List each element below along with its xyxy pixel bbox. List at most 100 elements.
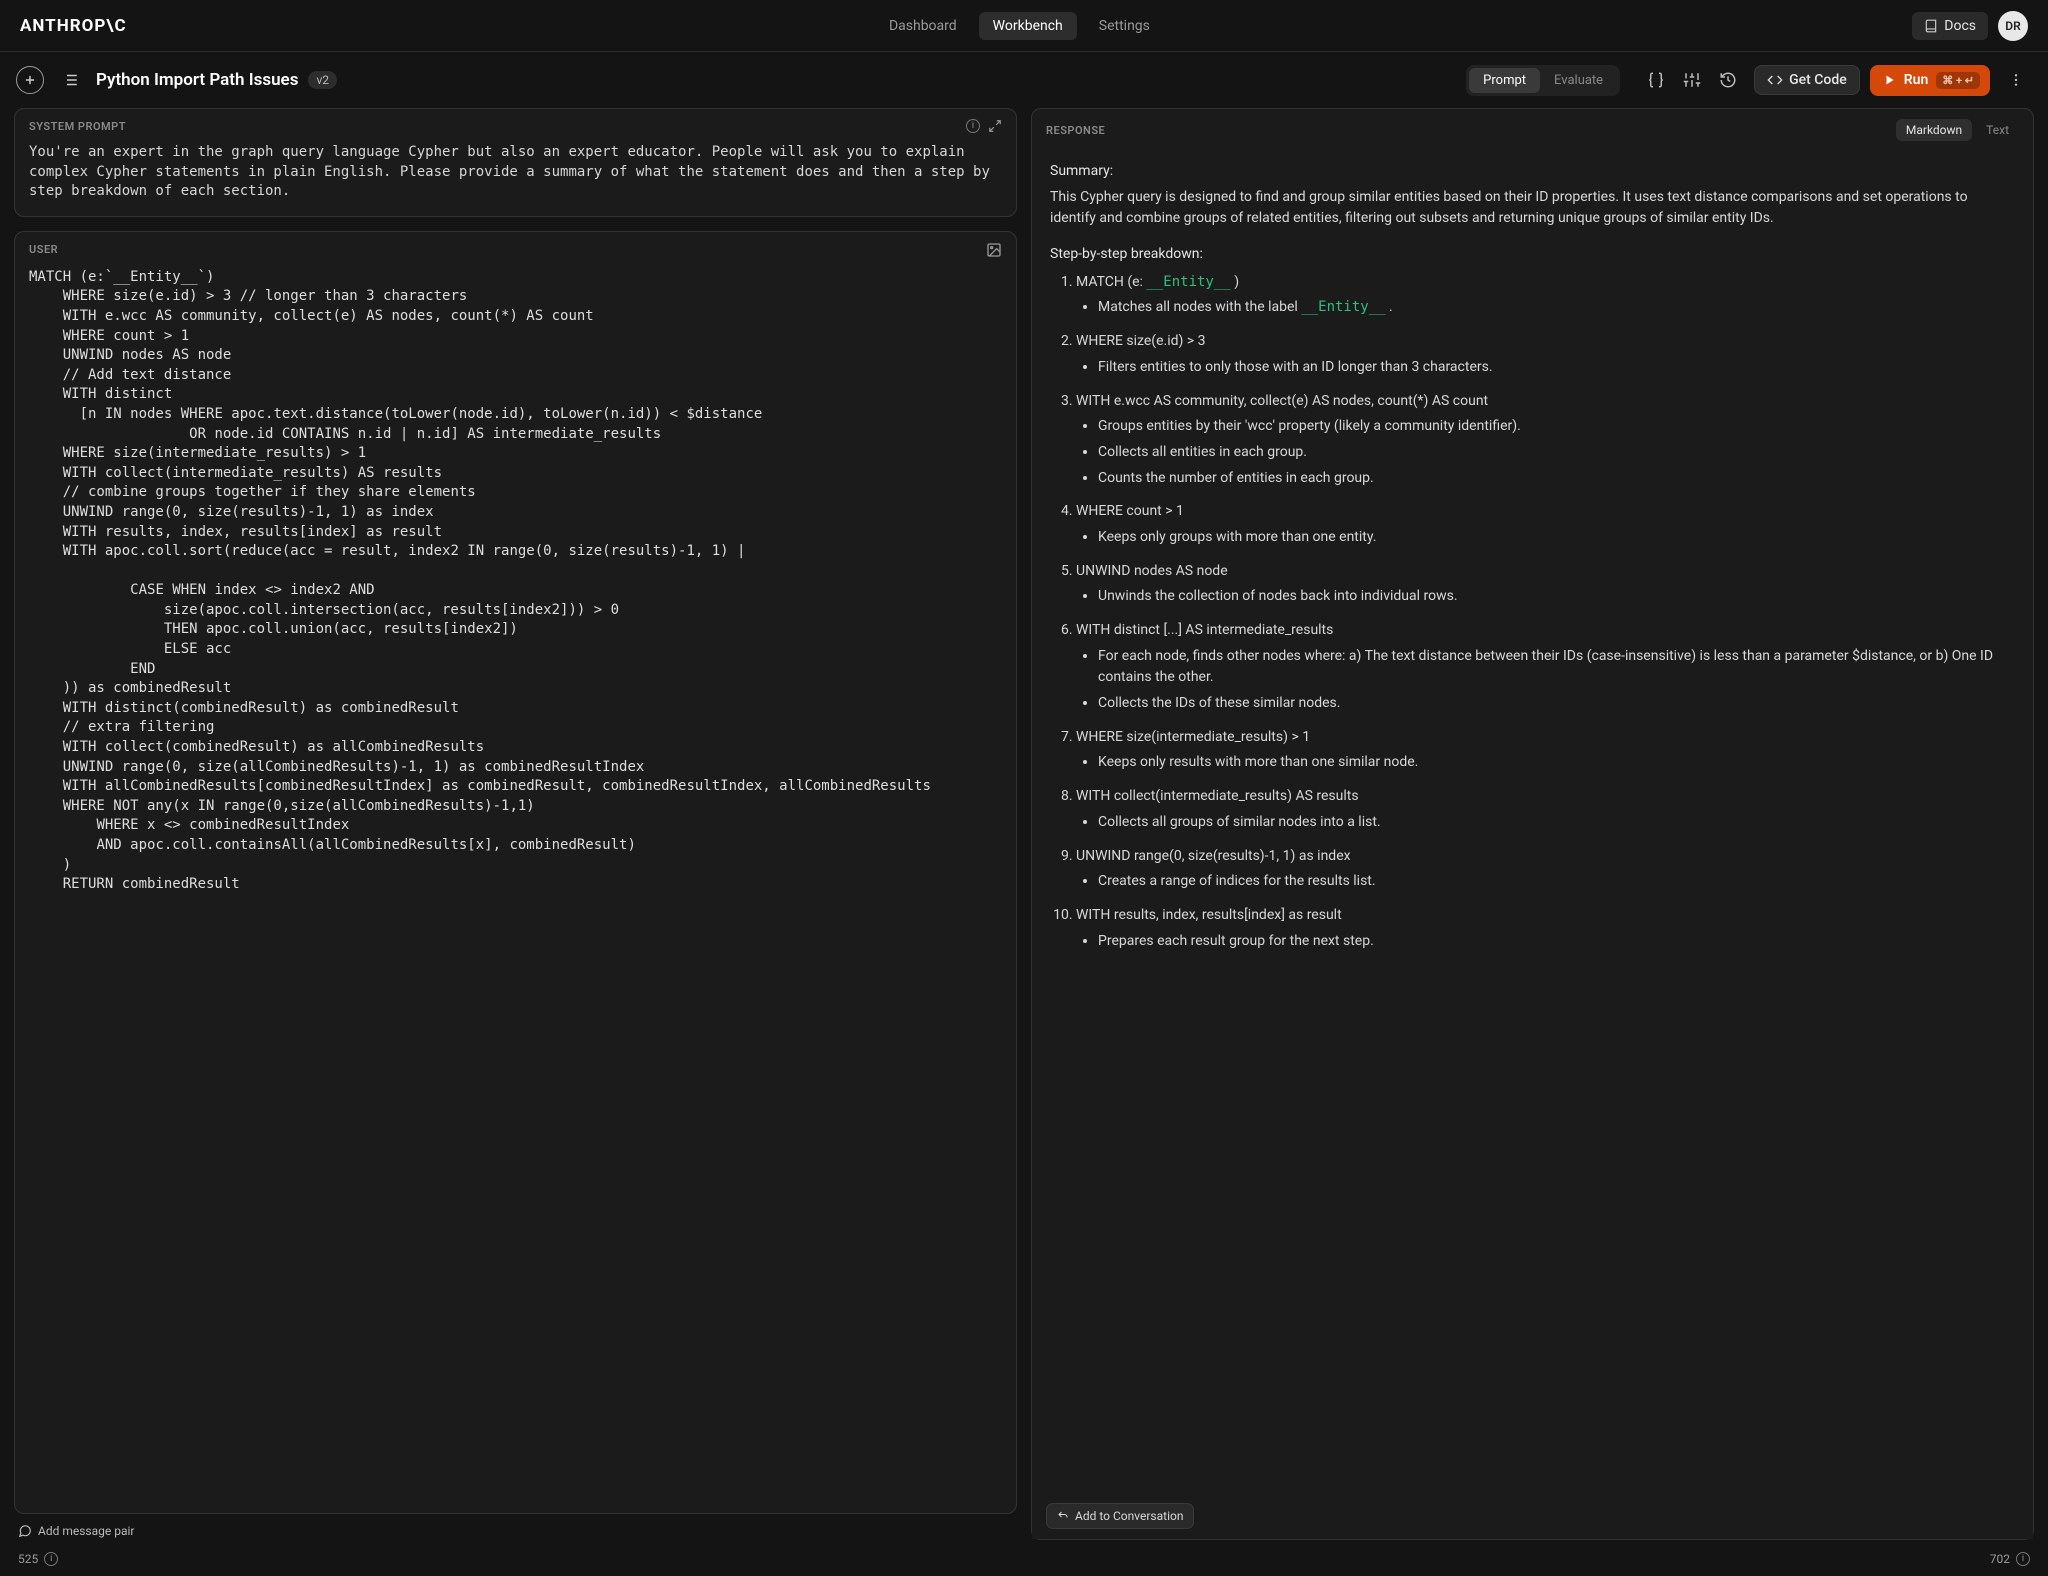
user-body[interactable]: MATCH (e:`__Entity__`) WHERE size(e.id) … (15, 262, 1016, 1513)
add-pair-label: Add message pair (38, 1524, 134, 1538)
user-card: USER MATCH (e:`__Entity__`) WHERE size(e… (14, 231, 1017, 1514)
tab-markdown[interactable]: Markdown (1896, 119, 1972, 141)
response-card: RESPONSE Markdown Text Summary:This Cyph… (1031, 108, 2034, 1540)
info-icon[interactable]: i (44, 1552, 58, 1566)
system-prompt-body[interactable]: You're an expert in the graph query lang… (15, 137, 1016, 216)
step-bullet: For each node, finds other nodes where: … (1098, 646, 2015, 689)
step-head: WITH results, index, results[index] as r… (1076, 905, 2015, 927)
step-head: UNWIND nodes AS node (1076, 561, 2015, 583)
response-tabs: Markdown Text (1896, 119, 2019, 141)
sliders-icon[interactable] (1676, 64, 1708, 96)
step-bullets: Keeps only results with more than one si… (1076, 752, 2015, 774)
step-bullets: Creates a range of indices for the resul… (1076, 871, 2015, 893)
step-item: WHERE count > 1 Keeps only groups with mo… (1076, 501, 2015, 548)
get-code-button[interactable]: Get Code (1754, 65, 1860, 95)
nav-center: Dashboard Workbench Settings (143, 12, 1897, 40)
avatar[interactable]: DR (1998, 11, 2028, 41)
step-bullets: For each node, finds other nodes where: … (1076, 646, 2015, 715)
docs-label: Docs (1944, 18, 1976, 34)
new-prompt-button[interactable] (16, 66, 44, 94)
steps-label: Step-by-step breakdown: (1050, 244, 2015, 266)
step-bullet: Filters entities to only those with an I… (1098, 357, 2015, 379)
chat-plus-icon (18, 1524, 32, 1538)
docs-button[interactable]: Docs (1912, 12, 1988, 40)
run-button[interactable]: Run ⌘ + ↵ (1870, 65, 1990, 96)
step-bullet: Keeps only results with more than one si… (1098, 752, 2015, 774)
top-nav: ANTHROP\C Dashboard Workbench Settings D… (0, 0, 2048, 52)
run-label: Run (1904, 72, 1929, 88)
bottom-bar: 525 i 702 i (0, 1548, 2048, 1576)
system-prompt-label: SYSTEM PROMPT (29, 120, 126, 133)
step-item: MATCH (e: __Entity__ )Matches all nodes … (1076, 272, 2015, 319)
tab-text[interactable]: Text (1976, 119, 2019, 141)
main-split: SYSTEM PROMPT i You're an expert in the … (0, 108, 2048, 1548)
step-bullet: Collects all groups of similar nodes int… (1098, 812, 2015, 834)
step-item: WHERE size(intermediate_results) > 1 Keep… (1076, 727, 2015, 774)
step-head: WITH distinct [...] AS intermediate_resu… (1076, 620, 2015, 642)
step-head: WHERE size(intermediate_results) > 1 (1076, 727, 2015, 749)
response-header: RESPONSE Markdown Text (1032, 109, 2033, 151)
step-item: WITH distinct [...] AS intermediate_resu… (1076, 620, 2015, 715)
step-bullet: Matches all nodes with the label __Entit… (1098, 297, 2015, 319)
step-bullet: Prepares each result group for the next … (1098, 931, 2015, 953)
step-bullets: Keeps only groups with more than one ent… (1076, 527, 2015, 549)
add-conv-label: Add to Conversation (1075, 1509, 1183, 1523)
step-item: WHERE size(e.id) > 3 Filters entities to … (1076, 331, 2015, 378)
info-icon[interactable]: i (2016, 1552, 2030, 1566)
history-icon[interactable] (1712, 64, 1744, 96)
steps-list: MATCH (e: __Entity__ )Matches all nodes … (1050, 272, 2015, 953)
info-icon[interactable]: i (966, 119, 980, 133)
step-bullet: Unwinds the collection of nodes back int… (1098, 586, 2015, 608)
step-bullet: Counts the number of entities in each gr… (1098, 468, 2015, 490)
step-bullet: Keeps only groups with more than one ent… (1098, 527, 2015, 549)
step-item: WITH e.wcc AS community, collect(e) AS n… (1076, 391, 2015, 490)
step-bullets: Matches all nodes with the label __Entit… (1076, 297, 2015, 319)
add-message-pair-button[interactable]: Add message pair (18, 1524, 134, 1538)
step-bullet: Collects the IDs of these similar nodes. (1098, 693, 2015, 715)
reply-icon (1057, 1510, 1069, 1522)
get-code-label: Get Code (1789, 72, 1847, 88)
step-item: UNWIND nodes AS node Unwinds the collecti… (1076, 561, 2015, 608)
step-head: UNWIND range(0, size(results)-1, 1) as i… (1076, 846, 2015, 868)
prompt-title: Python Import Path Issues (96, 70, 298, 90)
version-badge[interactable]: v2 (308, 71, 337, 89)
left-footer: Add message pair (14, 1514, 1017, 1540)
step-item: WITH results, index, results[index] as r… (1076, 905, 2015, 952)
step-bullet: Creates a range of indices for the resul… (1098, 871, 2015, 893)
system-prompt-card: SYSTEM PROMPT i You're an expert in the … (14, 108, 1017, 217)
nav-right: Docs DR (1912, 11, 2028, 41)
app-root: ANTHROP\C Dashboard Workbench Settings D… (0, 0, 2048, 1576)
response-body[interactable]: Summary:This Cypher query is designed to… (1032, 151, 2033, 1539)
summary-label: Summary: (1050, 161, 2015, 183)
mode-evaluate[interactable]: Evaluate (1540, 68, 1617, 93)
step-head: WHERE size(e.id) > 3 (1076, 331, 2015, 353)
step-bullets: Groups entities by their 'wcc' property … (1076, 416, 2015, 489)
step-bullets: Collects all groups of similar nodes int… (1076, 812, 2015, 834)
step-head: WITH e.wcc AS community, collect(e) AS n… (1076, 391, 2015, 413)
left-panel: SYSTEM PROMPT i You're an expert in the … (14, 108, 1017, 1540)
variables-icon[interactable] (1640, 64, 1672, 96)
step-bullet: Groups entities by their 'wcc' property … (1098, 416, 2015, 438)
step-bullets: Unwinds the collection of nodes back int… (1076, 586, 2015, 608)
nav-settings[interactable]: Settings (1085, 12, 1164, 40)
play-icon (1884, 74, 1896, 86)
step-head: WHERE count > 1 (1076, 501, 2015, 523)
step-item: WITH collect(intermediate_results) AS re… (1076, 786, 2015, 833)
run-shortcut: ⌘ + ↵ (1936, 72, 1980, 89)
mode-prompt[interactable]: Prompt (1469, 68, 1540, 93)
list-icon[interactable] (54, 64, 86, 96)
more-icon[interactable] (2000, 64, 2032, 96)
mode-toggle: Prompt Evaluate (1466, 65, 1620, 96)
brand-logo: ANTHROP\C (20, 16, 127, 36)
code-icon (1767, 72, 1783, 88)
user-label: USER (29, 243, 58, 256)
add-to-conversation-button[interactable]: Add to Conversation (1046, 1503, 1194, 1529)
nav-workbench[interactable]: Workbench (979, 12, 1077, 40)
step-item: UNWIND range(0, size(results)-1, 1) as i… (1076, 846, 2015, 893)
image-icon[interactable] (986, 242, 1002, 258)
right-panel: RESPONSE Markdown Text Summary:This Cyph… (1031, 108, 2034, 1540)
nav-dashboard[interactable]: Dashboard (875, 12, 971, 40)
token-count-right: 702 (1990, 1552, 2010, 1566)
collapse-icon[interactable] (988, 119, 1002, 133)
book-icon (1924, 19, 1938, 33)
